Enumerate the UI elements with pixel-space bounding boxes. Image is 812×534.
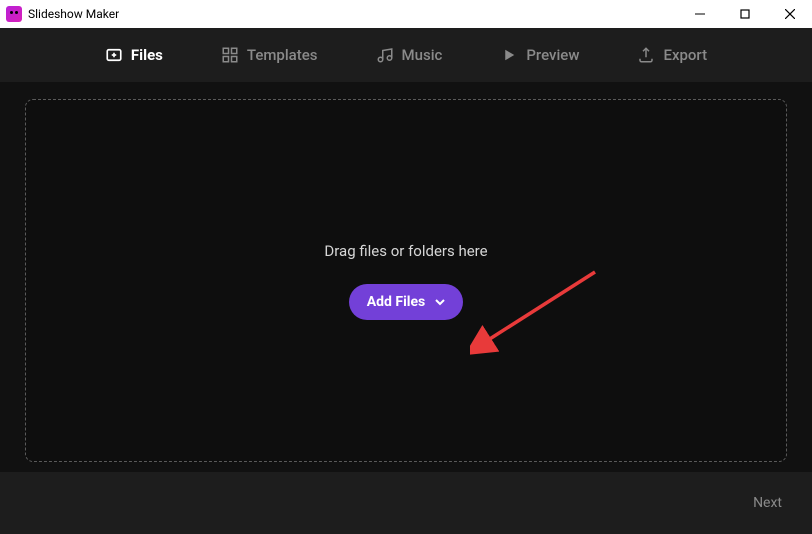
app-body: Files Templates Music Preview — [0, 28, 812, 534]
files-icon — [105, 46, 123, 64]
minimize-icon — [695, 9, 705, 19]
window-controls — [677, 0, 812, 28]
main-area: Drag files or folders here Add Files — [0, 82, 812, 472]
next-button[interactable]: Next — [753, 495, 782, 511]
nav-export-label: Export — [663, 46, 707, 64]
top-nav: Files Templates Music Preview — [0, 28, 812, 82]
nav-preview[interactable]: Preview — [500, 46, 579, 64]
dropzone-text: Drag files or folders here — [324, 242, 487, 260]
templates-icon — [221, 46, 239, 64]
nav-files-label: Files — [131, 46, 163, 64]
maximize-icon — [740, 9, 750, 19]
nav-preview-label: Preview — [526, 46, 579, 64]
minimize-button[interactable] — [677, 0, 722, 28]
music-icon — [376, 46, 394, 64]
nav-files[interactable]: Files — [105, 46, 163, 64]
add-files-button[interactable]: Add Files — [349, 284, 464, 320]
chevron-down-icon — [435, 297, 445, 307]
add-files-label: Add Files — [367, 294, 426, 310]
bottom-bar: Next — [0, 472, 812, 534]
preview-icon — [500, 46, 518, 64]
titlebar-left: Slideshow Maker — [6, 6, 119, 22]
nav-templates[interactable]: Templates — [221, 46, 318, 64]
maximize-button[interactable] — [722, 0, 767, 28]
dropzone[interactable]: Drag files or folders here Add Files — [25, 99, 787, 462]
app-icon — [6, 6, 22, 22]
next-label: Next — [753, 495, 782, 511]
export-icon — [637, 46, 655, 64]
close-icon — [785, 9, 795, 19]
nav-music-label: Music — [402, 46, 443, 64]
nav-music[interactable]: Music — [376, 46, 443, 64]
titlebar: Slideshow Maker — [0, 0, 812, 28]
close-button[interactable] — [767, 0, 812, 28]
nav-templates-label: Templates — [247, 46, 318, 64]
app-title: Slideshow Maker — [28, 7, 119, 21]
nav-export[interactable]: Export — [637, 46, 707, 64]
